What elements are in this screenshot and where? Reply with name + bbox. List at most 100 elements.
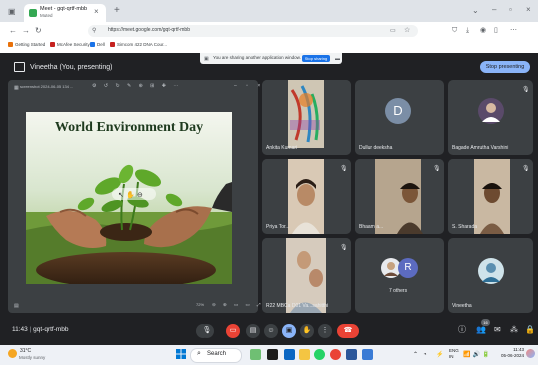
bookmark-item[interactable]: McAfee Security [50, 42, 90, 47]
url-text[interactable]: https://meet.google.com/gqt-qrtf-mbb [108, 27, 190, 33]
participant-name: Bhaam a... [359, 224, 384, 230]
reload-icon[interactable]: ↻ [35, 27, 42, 35]
participant-name: Ankita Kumari [266, 145, 298, 151]
participant-tile[interactable]: 🎙 Priya Tor... [262, 159, 351, 234]
download-icon[interactable]: ⤓ [466, 27, 469, 35]
browser-tab[interactable]: Meet - gqt-qrtf-mbb Muted × [24, 4, 106, 22]
maximize-icon[interactable]: ▫ [509, 6, 512, 14]
chat-icon[interactable]: ✉ [494, 326, 501, 334]
viewer-menu-icon[interactable]: ▤ [14, 302, 19, 310]
tray-overflow-icon[interactable]: ⌃ [413, 351, 418, 359]
participant-video [355, 159, 444, 234]
participant-tile[interactable]: R 7 others [355, 238, 444, 313]
leave-call-button[interactable]: ☎ [337, 324, 359, 338]
file-explorer-icon[interactable] [299, 349, 310, 360]
stop-sharing-button[interactable]: Stop sharing [302, 55, 330, 62]
shared-file-name: screenshot 2024-06-05 134 ... [20, 84, 74, 89]
language-indicator[interactable]: ENG IN [449, 348, 459, 360]
participant-tile[interactable]: Ankita Kumari [262, 80, 351, 155]
sidebar-icon[interactable]: ▯ [494, 27, 498, 35]
back-icon[interactable]: ← [9, 27, 17, 35]
participant-tile[interactable]: 🎙 Bagade Amrutha Varshini [448, 80, 533, 155]
profile-icon[interactable]: ◉ [480, 27, 486, 35]
bookmark-item[interactable]: Getting Started [8, 42, 45, 47]
site-info-icon[interactable]: ⚲ [92, 27, 96, 35]
bookmark-star-icon[interactable]: ☆ [404, 27, 410, 35]
tray-battery-icon[interactable]: ⚡ [436, 351, 443, 359]
bookmark-label: McAfee Security [57, 42, 90, 47]
weather-icon[interactable] [8, 349, 17, 358]
mic-button[interactable]: 🎙 [200, 324, 214, 338]
chrome-app-icon[interactable] [330, 349, 341, 360]
slide-illustration: ↖ ✋ ⊖ [26, 112, 232, 284]
widgets-app-icon[interactable] [250, 349, 261, 360]
stop-presenting-button[interactable]: Stop presenting [480, 61, 530, 73]
avatar-initial: D [393, 103, 403, 118]
viewer-toolbar-icons[interactable]: ⚙ ↺ ↻ ✎ ⊕ ⊞ ✚ ⋯ [92, 83, 181, 89]
participant-tile[interactable]: Vineetha [448, 238, 533, 313]
participant-avatar [478, 258, 504, 284]
camera-off-button[interactable]: ▭ [226, 324, 240, 338]
new-tab-icon[interactable]: + [114, 6, 120, 16]
participant-avatar: R [398, 258, 418, 278]
tray-app-icon[interactable]: ◔ [423, 351, 427, 359]
presenting-icon [14, 62, 25, 72]
forward-icon[interactable]: → [22, 27, 30, 35]
system-clock[interactable]: 11:43 05-06-2024 [498, 347, 524, 359]
participant-tile[interactable]: 🎙 S. Sharada [448, 159, 533, 234]
participant-tile[interactable]: 🎙 Bhaam a... [355, 159, 444, 234]
present-button[interactable]: ▣ [282, 324, 296, 338]
extensions-icon[interactable]: ⛉ [452, 27, 457, 35]
bookmark-item[interactable]: Simcom 422 DNA Cour... [110, 42, 167, 47]
reactions-button[interactable]: ☺ [264, 324, 278, 338]
others-count: 7 others [389, 288, 408, 294]
task-view-icon[interactable] [267, 349, 278, 360]
activities-icon[interactable]: ⁂ [510, 326, 518, 334]
taskbar-search-label: Search [207, 351, 227, 357]
more-options-button[interactable]: ⋮ [318, 324, 332, 338]
close-tab-icon[interactable]: × [94, 7, 99, 16]
weather-desc: Mostly sunny [19, 355, 46, 360]
app-icon: ▦ [14, 85, 19, 91]
copilot-icon[interactable] [526, 349, 535, 358]
close-window-icon[interactable]: × [526, 6, 531, 14]
menu-icon[interactable]: ⋯ [510, 27, 517, 35]
minimize-icon[interactable]: – [492, 6, 496, 14]
participant-video [262, 159, 351, 234]
participant-tile[interactable]: D Dullur deeksha [355, 80, 444, 155]
weather-temp[interactable]: 31°C [20, 348, 31, 354]
avatar-initial: R [404, 262, 412, 273]
slide: ↖ ✋ ⊖ World Environment Day [26, 112, 232, 284]
tab-actions-icon[interactable]: ▣ [8, 8, 16, 16]
meeting-details-icon[interactable]: ⓘ [458, 326, 466, 334]
viewer-bottom-icons[interactable]: ⊖ ⊕ ▭ ▭ ⤢ [212, 302, 264, 308]
mic-muted-icon: 🎙 [433, 166, 441, 172]
tab-title: Meet - gqt-qrtf-mbb [40, 6, 88, 12]
people-count-badge: 16 [481, 319, 490, 326]
tab-subtitle: Muted [40, 13, 53, 18]
participant-tile[interactable]: 🎙 R22 MBCa D01 Va...sahitthi [262, 238, 351, 313]
host-controls-icon[interactable]: 🔒 [525, 326, 535, 334]
slide-title: World Environment Day [54, 120, 204, 135]
word-app-icon[interactable] [346, 349, 357, 360]
captions-button[interactable]: ▤ [246, 324, 260, 338]
clock-date: 05-06-2024 [500, 353, 524, 358]
edge-app-icon[interactable] [284, 349, 295, 360]
tab-search-icon[interactable]: ⌄ [472, 7, 479, 15]
mic-muted-icon: 🎙 [340, 245, 348, 251]
meeting-code: gqt-qrtf-mbb [33, 326, 69, 333]
people-icon[interactable]: 👥 [476, 326, 486, 334]
meeting-info: 11:43 | gqt-qrtf-mbb [12, 326, 69, 333]
whatsapp-app-icon[interactable] [314, 349, 325, 360]
mic-muted-icon: 🎙 [340, 166, 348, 172]
hide-banner-icon[interactable]: ▬ [335, 55, 340, 63]
wifi-volume-battery-icons[interactable]: 📶🔊🔋 [463, 351, 491, 359]
participant-video [262, 80, 351, 155]
bookmark-item[interactable]: Dell [90, 42, 105, 47]
participant-name: R22 MBCa D01 Va...sahitthi [266, 303, 329, 309]
cast-icon[interactable]: ▭ [390, 27, 396, 35]
store-app-icon[interactable] [362, 349, 373, 360]
windows-start-icon[interactable] [176, 349, 186, 359]
raise-hand-button[interactable]: ✋ [300, 324, 314, 338]
window-controls-icon[interactable]: – ▫ × [234, 83, 264, 89]
